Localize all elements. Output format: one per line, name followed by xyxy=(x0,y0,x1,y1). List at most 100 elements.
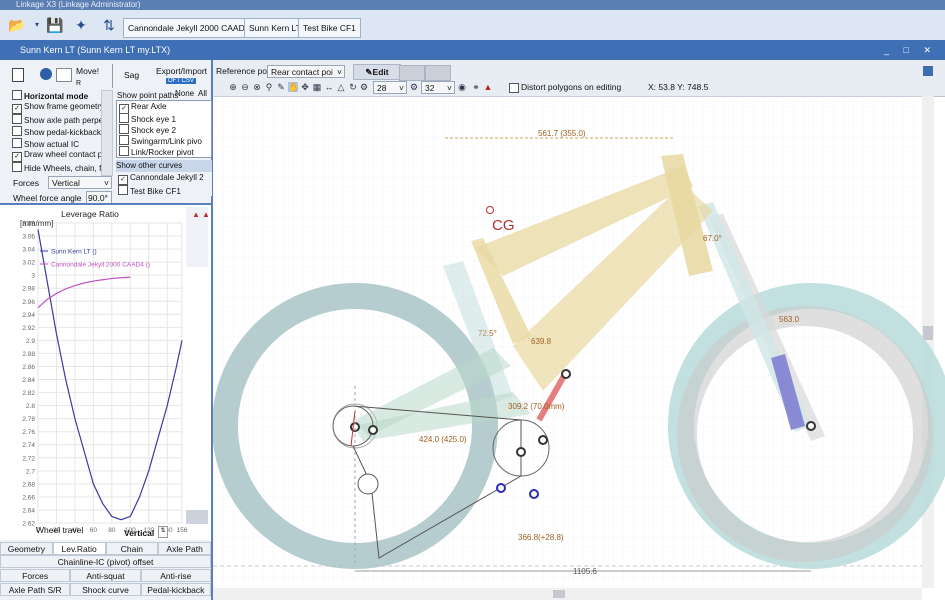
option-4[interactable]: Show actual IC xyxy=(12,138,79,149)
sort-arrows-icon[interactable]: ⇅ xyxy=(100,16,118,34)
other-curves-list[interactable]: ✓ Cannondale Jekyll 2 Test Bike CF1 xyxy=(116,172,212,196)
link-pivot[interactable] xyxy=(529,489,539,499)
vertical-scroll-thumb[interactable] xyxy=(923,326,933,340)
shock-eye-1[interactable] xyxy=(561,369,571,379)
linkage-tool-icon[interactable]: ✦ xyxy=(72,16,90,34)
point-path-item[interactable]: Link/Rocker pivot xyxy=(119,146,194,157)
blank-doc-icon[interactable] xyxy=(56,68,72,82)
frame-icon[interactable]: △ xyxy=(336,82,346,92)
tab-test-bike[interactable]: Test Bike CF1 xyxy=(298,18,361,38)
checkbox[interactable] xyxy=(12,138,22,148)
option-5[interactable]: ✓ Draw wheel contact p xyxy=(12,150,102,162)
checkbox[interactable] xyxy=(119,124,129,134)
point-path-item[interactable]: Shock eye 2 xyxy=(119,124,176,135)
distort-checkbox[interactable] xyxy=(509,83,519,93)
undo-button[interactable] xyxy=(399,65,425,81)
cog-icon[interactable]: ⚙ xyxy=(409,82,419,92)
save-icon[interactable] xyxy=(12,68,24,82)
zoom-in-icon[interactable]: ⊕ xyxy=(228,82,238,92)
redo-button[interactable] xyxy=(425,65,451,81)
point-path-item[interactable]: Rear contact point xyxy=(119,157,197,158)
measure-icon[interactable]: ↔ xyxy=(324,82,334,92)
checkbox[interactable] xyxy=(119,135,129,145)
option-6[interactable]: Hide Wheels, chain, fo xyxy=(12,162,106,173)
tab-cannondale[interactable]: Cannondale Jekyll 2000 CAAD4 xyxy=(123,18,255,38)
tab-shock-curve[interactable]: Shock curve xyxy=(70,583,141,596)
checkbox[interactable] xyxy=(12,126,22,136)
mode-spinner[interactable]: ⇅ xyxy=(158,526,168,538)
shock-eye-2[interactable] xyxy=(538,435,548,445)
tab-axle-path[interactable]: Axle Path xyxy=(158,542,211,555)
checkbox[interactable] xyxy=(119,113,129,123)
option-3[interactable]: Show pedal-kickback xyxy=(12,126,101,137)
point-paths-list[interactable]: ✓ Rear Axle Shock eye 1 Shock eye 2 Swingarm… xyxy=(116,100,212,158)
pin-icon[interactable]: ▲ xyxy=(202,210,210,219)
horizontal-scrollbar[interactable] xyxy=(213,588,922,600)
tab-lev-ratio[interactable]: Lev.Ratio xyxy=(52,542,106,555)
option-2[interactable]: Show axle path perpe xyxy=(12,114,103,125)
options-scrollbar[interactable] xyxy=(101,90,113,176)
chain-icon[interactable]: ⚭ xyxy=(471,82,481,92)
tab-chainline[interactable]: Chainline-IC (pivot) offset xyxy=(0,555,211,568)
chart-scroll[interactable] xyxy=(186,510,208,524)
grid-icon[interactable]: ▦ xyxy=(312,82,322,92)
option-1[interactable]: ✓ Show frame geometry xyxy=(12,102,104,114)
point-path-item[interactable]: Swingarm/Link pivo xyxy=(119,135,202,146)
zoom-fit-icon[interactable]: ⊗ xyxy=(252,82,262,92)
spinner[interactable] xyxy=(112,64,119,88)
export-import-button[interactable]: Export/Import xyxy=(156,66,207,76)
front-axle-pivot[interactable] xyxy=(806,421,816,431)
horizontal-scroll-thumb[interactable] xyxy=(553,590,565,598)
point-path-item[interactable]: Shock eye 1 xyxy=(119,113,176,124)
rotate-icon[interactable]: ↻ xyxy=(348,82,358,92)
checkbox[interactable]: ✓ xyxy=(12,104,22,114)
pin-icon[interactable]: ▲ xyxy=(192,210,200,219)
link-pivot[interactable] xyxy=(496,483,506,493)
tab-anti-squat[interactable]: Anti-squat xyxy=(70,569,141,582)
all-button[interactable]: All xyxy=(198,89,207,98)
move-icon[interactable]: ✥ xyxy=(300,82,310,92)
hand-icon[interactable]: ✋ xyxy=(288,82,299,92)
tab-chain[interactable]: Chain xyxy=(105,542,159,555)
move-button[interactable]: Move! xyxy=(76,66,99,76)
zoom-window-icon[interactable]: ⚲ xyxy=(264,82,274,92)
none-button[interactable]: None xyxy=(175,89,194,98)
checkbox[interactable] xyxy=(12,90,22,100)
window-controls[interactable]: _ □ ✕ xyxy=(884,40,937,60)
bike-canvas[interactable]: 1105.6 561.7 (355.0) 563.0 67.0° 72.5° 6… xyxy=(213,96,945,600)
open-folder-icon[interactable]: 📂 xyxy=(8,16,26,34)
checkbox[interactable] xyxy=(12,114,22,124)
forces-select[interactable]: Vertical ˅ xyxy=(48,176,112,189)
panel-toggle-icon[interactable] xyxy=(923,66,933,76)
chainring-select[interactable]: 28 ˅ xyxy=(373,81,407,94)
bb-pivot[interactable] xyxy=(516,447,526,457)
checkbox[interactable] xyxy=(119,146,129,156)
other-curve-item[interactable]: Test Bike CF1 xyxy=(118,185,181,196)
zoom-out-icon[interactable]: ⊖ xyxy=(240,82,250,92)
checkbox[interactable]: ✓ xyxy=(118,175,128,185)
tab-forces[interactable]: Forces xyxy=(0,569,71,582)
pin-icon[interactable]: ▲ xyxy=(483,82,493,92)
tab-pedal-kickback[interactable]: Pedal-kickback xyxy=(140,583,211,596)
other-curve-item[interactable]: ✓ Cannondale Jekyll 2 xyxy=(118,173,204,185)
checkbox[interactable] xyxy=(119,157,129,158)
checkbox[interactable] xyxy=(118,185,128,195)
info-icon[interactable] xyxy=(40,68,52,80)
pencil-icon[interactable]: ✎ xyxy=(276,82,286,92)
save-icon[interactable]: 💾 xyxy=(46,16,64,34)
reference-point-select[interactable]: Rear contact poi ˅ xyxy=(267,65,345,78)
tab-axle-path-s-r[interactable]: Axle Path S/R xyxy=(0,583,71,596)
tab-geometry[interactable]: Geometry xyxy=(0,542,53,555)
tab-anti-rise[interactable]: Anti-rise xyxy=(140,569,211,582)
edit-button[interactable]: ✎Edit xyxy=(353,64,401,80)
dropdown-arrow-icon[interactable]: ▾ xyxy=(28,16,46,34)
sag-button[interactable]: Sag xyxy=(124,70,139,80)
pivot[interactable] xyxy=(368,425,378,435)
chainring-icon[interactable]: ⚙ xyxy=(359,82,369,92)
chart-mode[interactable]: Vertical xyxy=(124,528,154,538)
checkbox[interactable] xyxy=(12,162,22,172)
option-0[interactable]: Horizontal mode xyxy=(12,90,88,101)
cog-select[interactable]: 32 ˅ xyxy=(421,81,455,94)
checkbox[interactable]: ✓ xyxy=(12,152,22,162)
tab-sunn-kern[interactable]: Sunn Kern LT xyxy=(244,18,306,38)
